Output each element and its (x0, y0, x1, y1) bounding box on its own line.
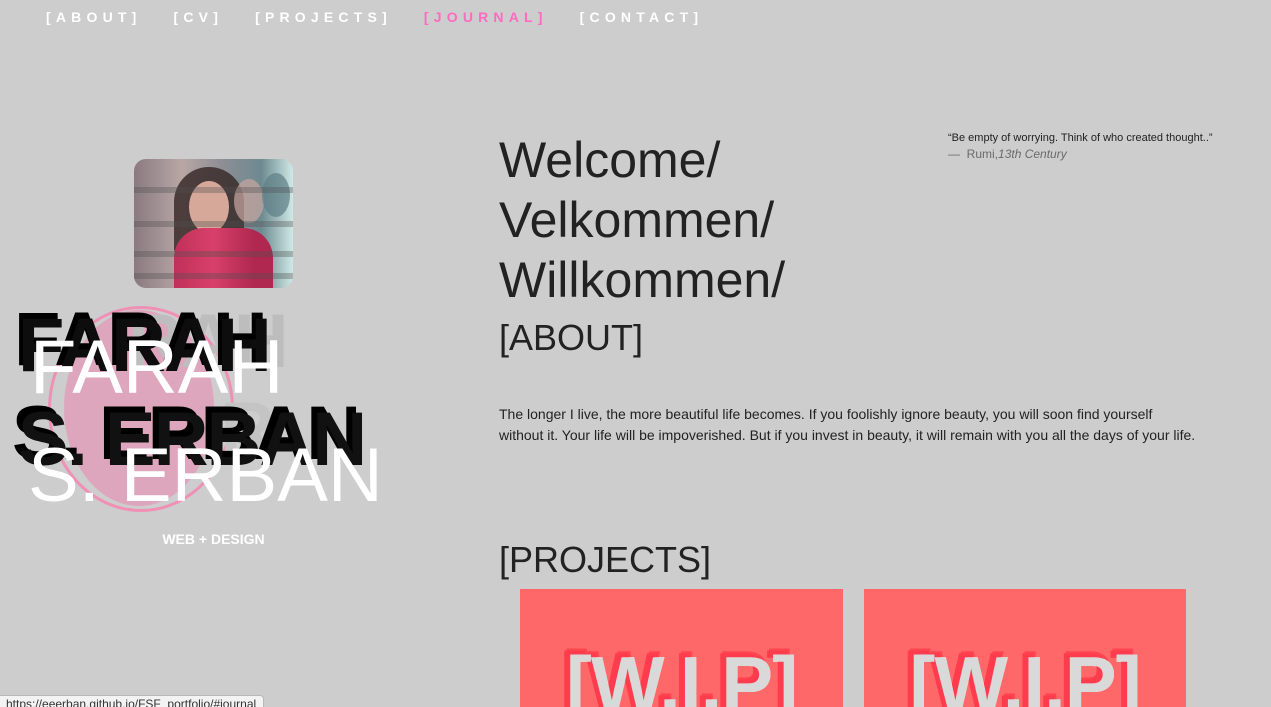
status-bar-url: https://eeerban.github.io/FSF_portfolio/… (0, 695, 265, 707)
logo-name-line2-white: S. ERBAN (28, 433, 383, 518)
welcome-line-en: Welcome/ (499, 132, 721, 188)
name-logo: RAH R FARAH FARAH S. ERBAN S. ERBAN FARA… (0, 300, 460, 520)
profile-photo (134, 159, 293, 288)
about-text: The longer I live, the more beautiful li… (499, 406, 1196, 443)
nav-about-link[interactable]: [ABOUT] (46, 9, 142, 25)
quote-dash: — (948, 147, 960, 161)
projects-heading: [PROJECTS] (499, 539, 712, 580)
quote-block: “Be empty of worrying. Think of who crea… (948, 131, 1248, 163)
quote-author: Rumi, (966, 147, 999, 161)
project-card-label: [W.I.P] (565, 640, 798, 707)
page: [ABOUT] [CV] [PROJECTS] [JOURNAL] [CONTA… (0, 0, 1271, 707)
about-heading: [ABOUT] (499, 317, 644, 358)
project-card[interactable]: [W.I.P] [W.I.P] (520, 589, 843, 707)
project-card[interactable]: [W.I.P] [W.I.P] (864, 589, 1186, 707)
logo-name-line1-white: FARAH (30, 325, 284, 410)
nav-journal-link[interactable]: [JOURNAL] (424, 9, 548, 25)
welcome-line-de: Willkommen/ (499, 252, 786, 308)
project-card-label: [W.I.P] (909, 640, 1141, 707)
quote-text: “Be empty of worrying. Think of who crea… (948, 132, 1213, 144)
welcome-line-da: Velkommen/ (499, 192, 775, 248)
tagline: WEB + DESIGN (162, 531, 265, 547)
nav-contact-link[interactable]: [CONTACT] (580, 9, 704, 25)
quote-era: 13th Century (998, 147, 1067, 161)
welcome-heading: Welcome/ Velkommen/ Willkommen/ (499, 130, 785, 310)
nav-projects-link[interactable]: [PROJECTS] (255, 9, 392, 25)
nav-cv-link[interactable]: [CV] (174, 9, 224, 25)
quote-citation: — Rumi,13th Century (948, 145, 1248, 163)
top-nav: [ABOUT] [CV] [PROJECTS] [JOURNAL] [CONTA… (46, 9, 735, 25)
